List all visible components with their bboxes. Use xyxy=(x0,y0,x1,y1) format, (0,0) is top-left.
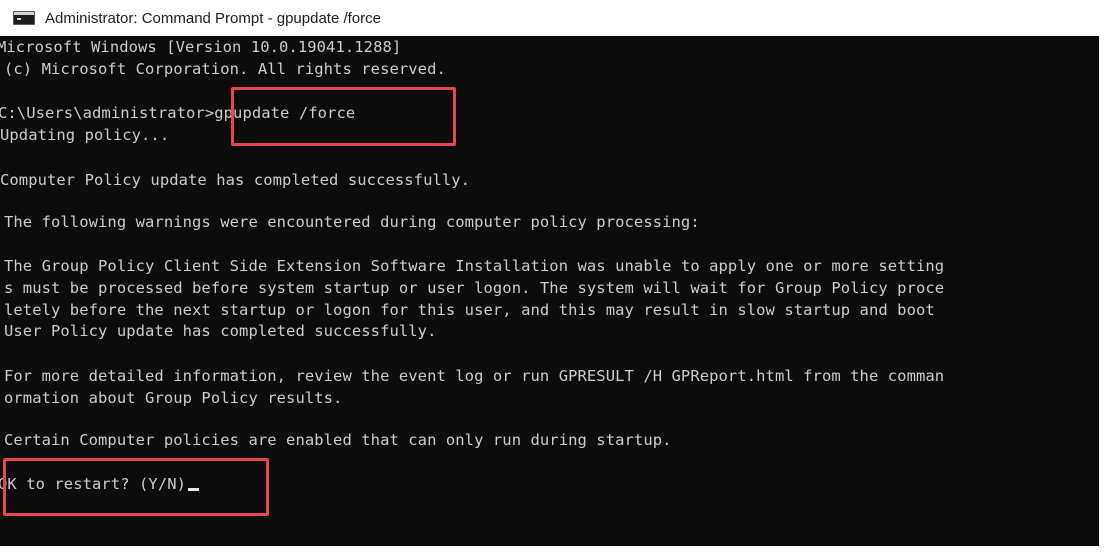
console-line: Computer Policy update has completed suc… xyxy=(0,171,471,189)
console-line: User Policy update has completed success… xyxy=(4,322,437,340)
window-bottom-edge xyxy=(0,546,1105,552)
console-line: Certain Computer policies are enabled th… xyxy=(4,431,672,449)
console-line: C:\Users\administrator>gpupdate /force xyxy=(0,104,356,122)
window-title: Administrator: Command Prompt - gpupdate… xyxy=(45,9,381,27)
restart-prompt: OK to restart? (Y/N) xyxy=(0,475,187,493)
title-bar[interactable]: Administrator: Command Prompt - gpupdate… xyxy=(0,0,1105,36)
console-line: s must be processed before system startu… xyxy=(4,279,945,297)
console-line: ormation about Group Policy results. xyxy=(4,389,343,407)
command-prompt-window: Administrator: Command Prompt - gpupdate… xyxy=(0,0,1105,552)
console-line: For more detailed information, review th… xyxy=(4,367,945,385)
console-line: The Group Policy Client Side Extension S… xyxy=(4,257,945,275)
console-line: The following warnings were encountered … xyxy=(4,213,700,231)
console-line: (c) Microsoft Corporation. All rights re… xyxy=(4,60,446,78)
console-prompt-line[interactable]: OK to restart? (Y/N) xyxy=(0,474,200,494)
console-line: letely before the next startup or logon … xyxy=(4,301,935,319)
text-cursor xyxy=(188,488,200,491)
console-output[interactable]: Microsoft Windows [Version 10.0.19041.12… xyxy=(0,36,1099,546)
console-line: Updating policy... xyxy=(0,126,170,144)
cmd-icon xyxy=(13,11,35,25)
console-line: Microsoft Windows [Version 10.0.19041.12… xyxy=(0,38,402,56)
